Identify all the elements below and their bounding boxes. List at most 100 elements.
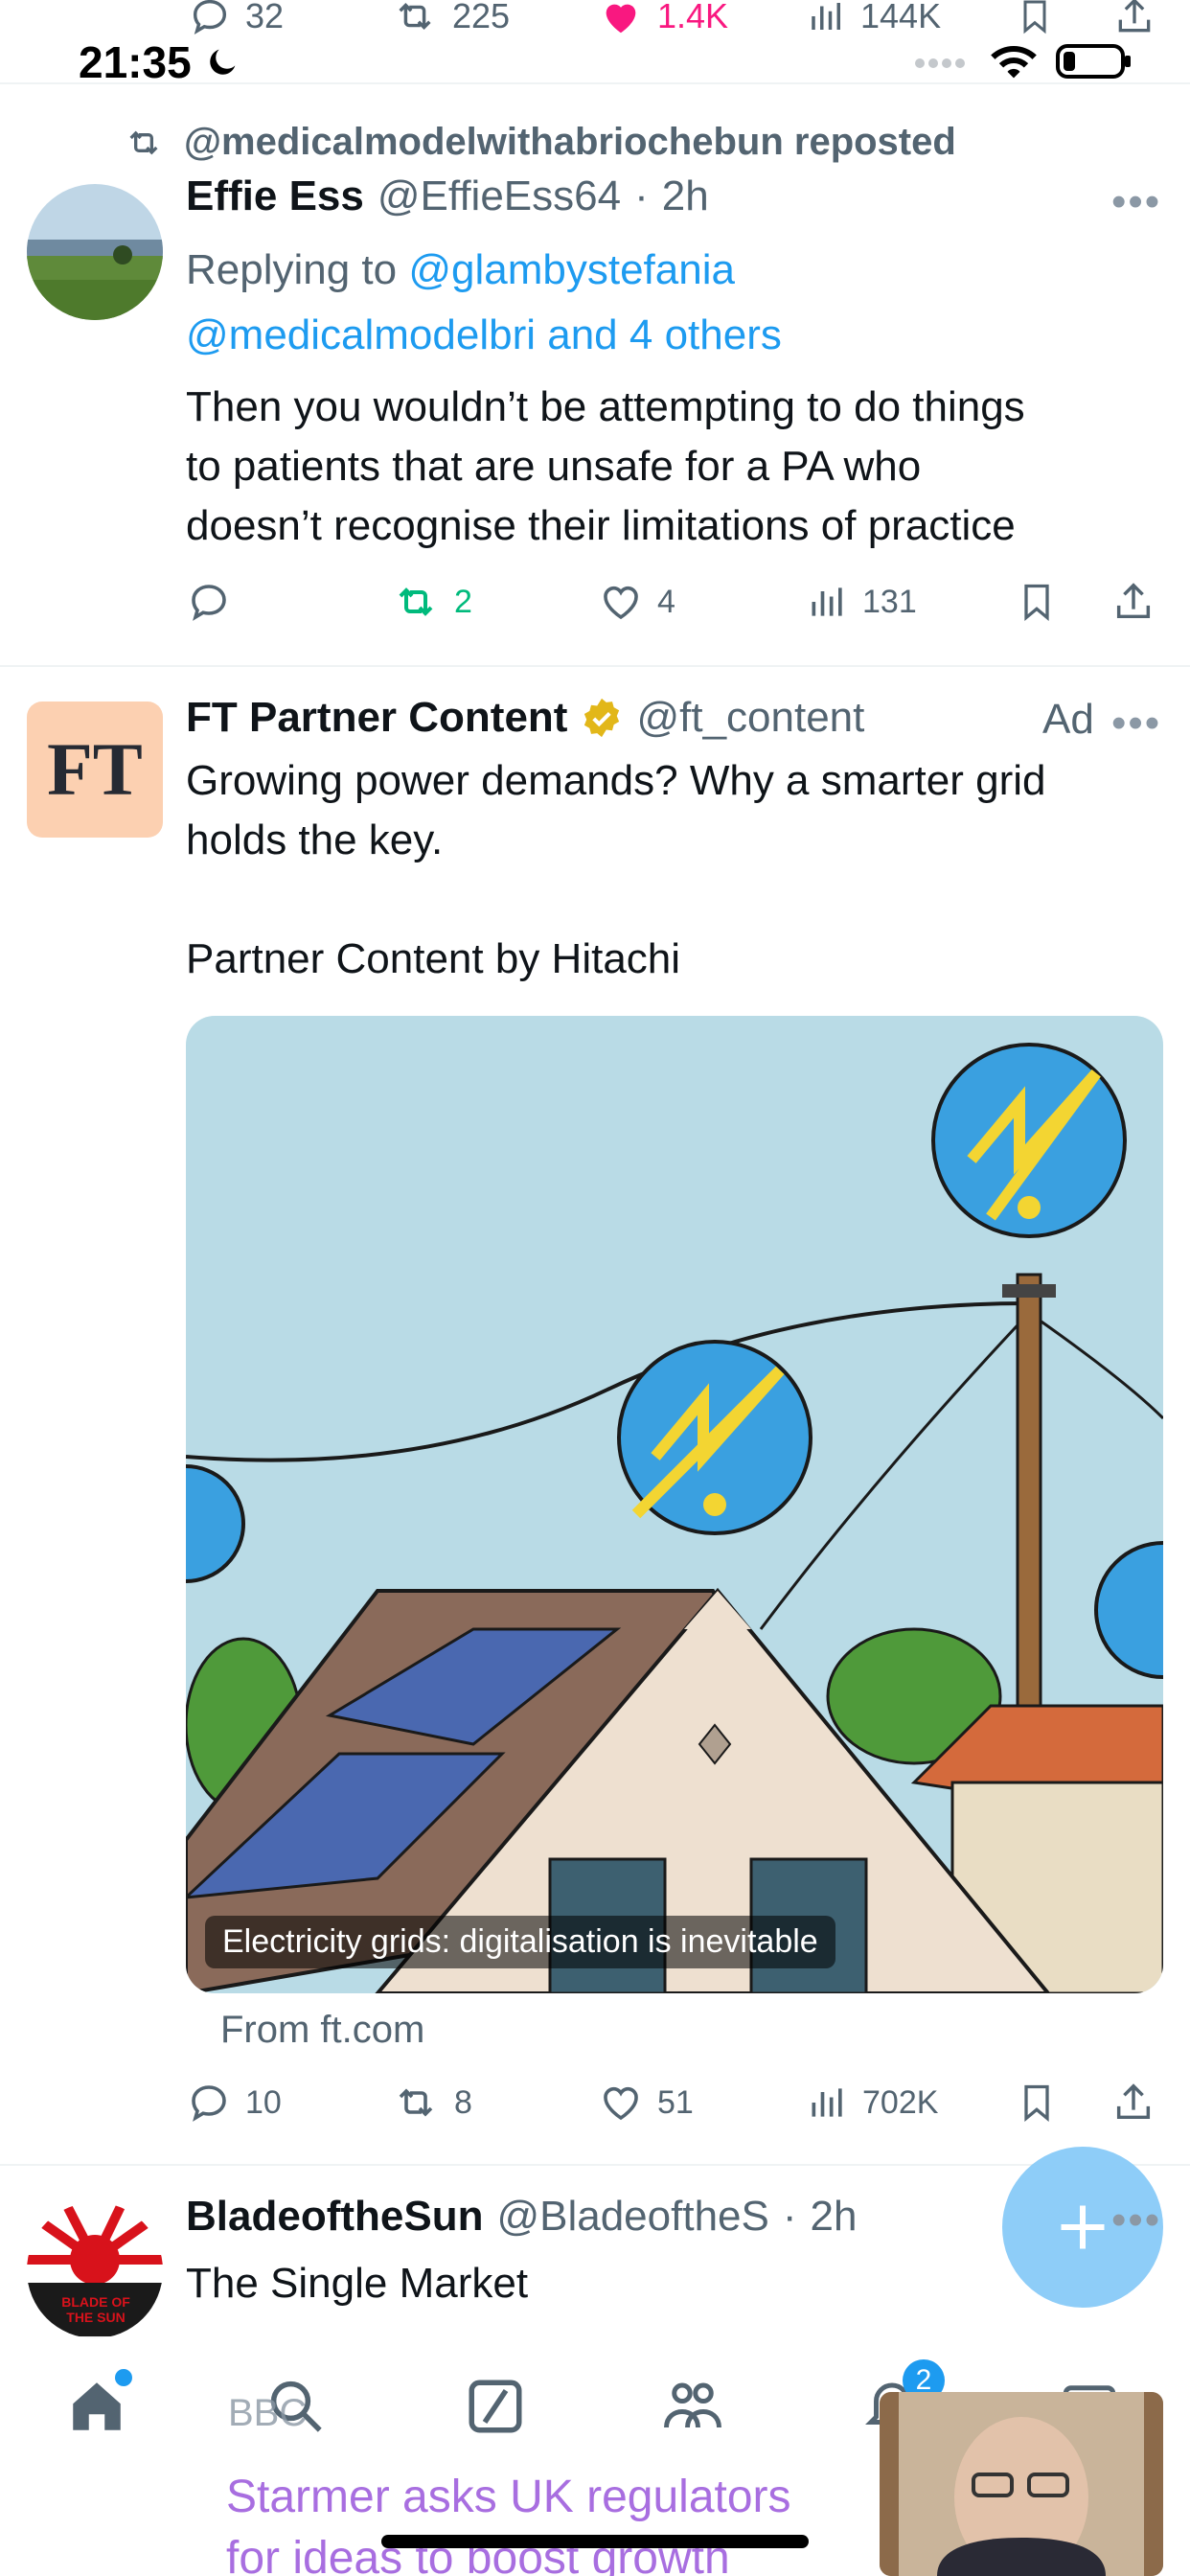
- separator-dot: ·: [782, 2193, 797, 2240]
- repost-count: 225: [452, 0, 511, 35]
- repost-button[interactable]: 2: [391, 579, 472, 625]
- like-count: 4: [657, 583, 675, 620]
- replying-prefix: Replying to: [186, 246, 409, 293]
- like-button[interactable]: 4: [598, 579, 675, 625]
- pip-headline[interactable]: Starmer asks UK regulators for ideas to …: [226, 2467, 820, 2576]
- plus-icon: [1061, 2205, 1105, 2249]
- tweet-text-line: Then you wouldn’t be attempting to do th…: [186, 383, 1025, 430]
- divider: [0, 665, 1190, 667]
- like-count: 1.4K: [657, 0, 729, 35]
- share-icon: [1118, 0, 1151, 33]
- author-handle[interactable]: @EffieEss64: [378, 172, 621, 220]
- ft-logo-avatar[interactable]: FT: [27, 702, 163, 838]
- ad-label: Ad: [1042, 696, 1094, 743]
- more-options-icon[interactable]: •••: [1111, 2196, 1161, 2244]
- mention-link[interactable]: @glambystefania: [408, 246, 735, 293]
- repost-count: 8: [454, 2083, 472, 2121]
- reply-button[interactable]: 32: [188, 0, 284, 38]
- communities-tab[interactable]: [659, 2375, 726, 2443]
- smart-grid-illustration: [186, 1016, 1163, 1993]
- grok-icon: [469, 2380, 522, 2433]
- reply-icon: [193, 0, 227, 35]
- repost-banner[interactable]: @medicalmodelwithabriochebun reposted: [123, 121, 956, 164]
- mention-others-link[interactable]: @medicalmodelbri and 4 others: [186, 311, 782, 358]
- repost-icon: [399, 3, 431, 30]
- share-button[interactable]: [1111, 2080, 1156, 2126]
- wifi-icon: [991, 46, 1037, 79]
- status-time-text: 21:35: [79, 37, 192, 87]
- repost-count: 2: [454, 583, 472, 620]
- replying-to: Replying to @glambystefania @medicalmode…: [186, 238, 1154, 368]
- like-button[interactable]: 51: [598, 2080, 694, 2126]
- bookmark-icon: [1023, 0, 1046, 34]
- tweet1-actions: 2 4 131: [186, 579, 1163, 627]
- reply-icon: [192, 585, 226, 621]
- status-icons: [914, 42, 1133, 80]
- avatar-effie-ess[interactable]: [27, 184, 163, 320]
- like-count: 51: [657, 2083, 694, 2121]
- landscape-avatar-image: [27, 184, 163, 320]
- views-count: 144K: [860, 0, 942, 35]
- timestamp[interactable]: 2h: [811, 2193, 858, 2241]
- heart-filled-icon: [606, 4, 636, 34]
- timestamp[interactable]: 2h: [662, 172, 709, 220]
- author-handle[interactable]: @ft_content: [636, 694, 864, 742]
- reply-icon: [192, 2085, 226, 2122]
- tweet-text-line: Growing power demands? Why a smarter gri…: [186, 757, 1046, 804]
- home-indicator: [381, 2535, 809, 2548]
- pip-source: BBC: [228, 2392, 307, 2435]
- reply-count: 10: [245, 2083, 282, 2121]
- pip-video-thumbnail[interactable]: [880, 2392, 1163, 2576]
- grok-tab[interactable]: [464, 2375, 527, 2443]
- share-button[interactable]: [1113, 0, 1156, 38]
- moon-icon: [210, 49, 236, 75]
- bookmark-icon: [1024, 2084, 1049, 2123]
- avatar-bladeofthesun[interactable]: BLADE OF THE SUN: [27, 2202, 163, 2338]
- card-source-link[interactable]: From ft.com: [220, 2009, 424, 2052]
- repost-button[interactable]: 225: [391, 0, 510, 38]
- gold-verified-badge-icon: [584, 698, 620, 738]
- repost-button[interactable]: 8: [391, 2080, 472, 2126]
- share-icon: [1116, 2083, 1151, 2120]
- ad-card-image[interactable]: Electricity grids: digitalisation is ine…: [186, 1016, 1163, 1993]
- more-options-icon[interactable]: •••: [1111, 178, 1161, 226]
- divider: [0, 82, 1190, 84]
- card-caption: Electricity grids: digitalisation is ine…: [205, 1916, 835, 1968]
- tweet2-actions: 10 8 51 702K: [186, 2080, 1163, 2128]
- tweet-text-line: Partner Content by Hitachi: [186, 935, 681, 982]
- reply-count: 32: [245, 0, 285, 35]
- views-button[interactable]: 131: [807, 579, 917, 625]
- views-button[interactable]: 702K: [807, 2080, 938, 2126]
- reply-button[interactable]: [186, 579, 245, 625]
- more-options-icon[interactable]: •••: [1111, 700, 1161, 748]
- repost-banner-text: @medicalmodelwithabriochebun reposted: [184, 121, 956, 163]
- bookmark-button[interactable]: [1016, 0, 1054, 38]
- views-icon: [812, 2088, 842, 2117]
- views-count: 702K: [862, 2083, 939, 2121]
- reply-button[interactable]: 10: [186, 2080, 282, 2126]
- tweet3-text: The Single Market: [186, 2260, 529, 2307]
- views-icon: [812, 2, 840, 30]
- bookmark-button[interactable]: [1016, 579, 1058, 625]
- views-count: 131: [862, 583, 917, 620]
- author-name[interactable]: Effie Ess: [186, 172, 364, 220]
- divider: [0, 2164, 1190, 2166]
- tweet1-header: Effie Ess @EffieEss64 · 2h: [186, 172, 709, 220]
- views-button[interactable]: 144K: [807, 0, 941, 38]
- author-name[interactable]: BladeoftheSun: [186, 2193, 483, 2241]
- author-handle[interactable]: @BladeoftheS: [496, 2193, 768, 2241]
- heart-icon: [604, 2086, 638, 2121]
- bookmark-button[interactable]: [1016, 2080, 1058, 2126]
- status-time: 21:35: [79, 36, 241, 88]
- tweet2-header: FT Partner Content @ft_content: [186, 694, 864, 742]
- home-tab[interactable]: [65, 2369, 132, 2443]
- avatar-text: BLADE OF THE SUN: [61, 2294, 130, 2325]
- separator-dot: ·: [634, 172, 649, 219]
- ft-logo-text: FT: [47, 727, 143, 811]
- share-button[interactable]: [1111, 579, 1156, 625]
- signal-icon: [915, 58, 965, 68]
- repost-icon: [399, 587, 433, 616]
- battery-icon: [1056, 44, 1131, 79]
- like-button[interactable]: 1.4K: [598, 0, 728, 38]
- author-name[interactable]: FT Partner Content: [186, 694, 567, 742]
